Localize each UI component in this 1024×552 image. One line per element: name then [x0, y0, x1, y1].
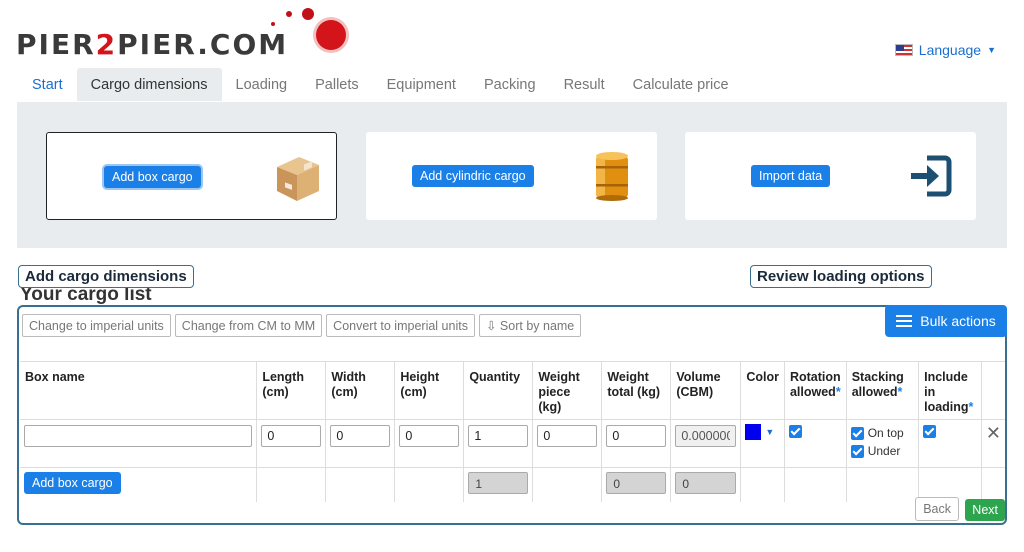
col-stacking: Stacking allowed*: [845, 361, 919, 420]
list-toolbar: Change to imperial units Change from CM …: [22, 314, 582, 337]
us-flag-icon: [894, 44, 913, 56]
add-cylindric-cargo-button[interactable]: Add cylindric cargo: [412, 165, 534, 187]
tab-equipment[interactable]: Equipment: [373, 68, 470, 101]
next-button[interactable]: Next: [965, 499, 1005, 521]
table-totals-row: Add box cargo 1 0 0: [20, 467, 1005, 502]
tab-start[interactable]: Start: [18, 68, 77, 101]
tab-result[interactable]: Result: [550, 68, 619, 101]
rotation-checkbox[interactable]: [788, 425, 802, 439]
barrel-icon: [596, 152, 628, 201]
total-weight: 0: [606, 472, 667, 494]
chevron-down-icon: ▼: [987, 45, 996, 55]
remove-row-icon[interactable]: ✕: [986, 423, 1001, 443]
hamburger-icon: [896, 315, 913, 327]
col-box-name: Box name: [20, 361, 257, 420]
back-button[interactable]: Back: [915, 497, 959, 521]
add-box-cargo-row-button[interactable]: Add box cargo: [24, 472, 121, 494]
length-input[interactable]: [261, 425, 322, 447]
col-include: Include in loading*: [918, 361, 982, 420]
table-header-row: Box name Length (cm) Width (cm) Height (cm)…: [20, 361, 1005, 420]
col-quantity: Quantity: [463, 361, 533, 420]
col-remove: [980, 361, 1005, 420]
logo-dot-large: [316, 20, 346, 50]
box-name-input[interactable]: [24, 425, 252, 447]
col-weight-total: Weight total (kg): [601, 361, 671, 420]
cargo-type-panel: Add box cargo Add cylindric cargo Import…: [17, 102, 1007, 248]
height-input[interactable]: [399, 425, 460, 447]
sort-by-name-button[interactable]: ⇩ Sort by name: [478, 314, 582, 337]
logo-dot-medium: [302, 8, 314, 20]
tab-cargo-dimensions[interactable]: Cargo dimensions: [76, 68, 222, 101]
convert-imperial-button[interactable]: Convert to imperial units: [326, 314, 475, 337]
add-box-cargo-button[interactable]: Add box cargo: [104, 166, 201, 188]
tab-calculate-price[interactable]: Calculate price: [619, 68, 743, 101]
color-swatch[interactable]: [745, 424, 762, 440]
bulk-actions-button[interactable]: Bulk actions: [885, 305, 1007, 337]
col-color: Color: [740, 361, 785, 420]
box-cargo-card[interactable]: Add box cargo: [46, 132, 337, 220]
change-cm-mm-button[interactable]: Change from CM to MM: [174, 314, 323, 337]
col-rotation: Rotation allowed*: [783, 361, 847, 420]
cargo-list-panel: Change to imperial units Change from CM …: [17, 305, 1007, 525]
import-data-card[interactable]: Import data: [685, 132, 976, 220]
col-length: Length (cm): [256, 361, 326, 420]
col-weight-piece: Weight piece (kg): [532, 361, 602, 420]
include-in-loading-checkbox[interactable]: [923, 425, 937, 439]
sort-icon: ⇩: [485, 319, 497, 333]
logo-text: PIER2PIER.COM: [16, 28, 289, 61]
logo-dot-small: [286, 11, 292, 17]
weight-piece-input[interactable]: [537, 425, 598, 447]
table-row: ▼ On top Under ✕: [20, 419, 1005, 468]
stack-under-option[interactable]: Under: [850, 442, 914, 460]
wizard-tabs: Start Cargo dimensions Loading Pallets E…: [18, 68, 743, 101]
chevron-down-icon[interactable]: ▼: [765, 427, 774, 437]
logo-dot-tiny: [271, 22, 275, 26]
total-quantity: 1: [468, 472, 529, 494]
on-top-checkbox[interactable]: [850, 426, 864, 440]
tab-loading[interactable]: Loading: [222, 68, 302, 101]
weight-total-input[interactable]: [606, 425, 667, 447]
quantity-input[interactable]: [468, 425, 529, 447]
col-height: Height (cm): [394, 361, 464, 420]
tab-pallets[interactable]: Pallets: [301, 68, 373, 101]
annotation-add-cargo-dimensions: Add cargo dimensions: [18, 265, 194, 288]
cylindric-cargo-card[interactable]: Add cylindric cargo: [366, 132, 657, 220]
import-icon: [911, 155, 952, 197]
import-data-button[interactable]: Import data: [751, 165, 831, 187]
stack-on-top-option[interactable]: On top: [850, 424, 914, 442]
annotation-review-loading-options: Review loading options: [750, 265, 932, 288]
language-label: Language: [918, 42, 982, 58]
volume-field: [675, 425, 737, 447]
col-width: Width (cm): [325, 361, 395, 420]
width-input[interactable]: [330, 425, 391, 447]
total-volume: 0: [675, 472, 737, 494]
cardboard-box-icon: [277, 157, 319, 201]
language-selector[interactable]: Language ▼: [894, 42, 996, 58]
change-to-imperial-button[interactable]: Change to imperial units: [22, 314, 171, 337]
tab-packing[interactable]: Packing: [470, 68, 550, 101]
cargo-table: Box name Length (cm) Width (cm) Height (cm)…: [20, 361, 1005, 502]
col-volume: Volume (CBM): [670, 361, 741, 420]
under-checkbox[interactable]: [850, 444, 864, 458]
